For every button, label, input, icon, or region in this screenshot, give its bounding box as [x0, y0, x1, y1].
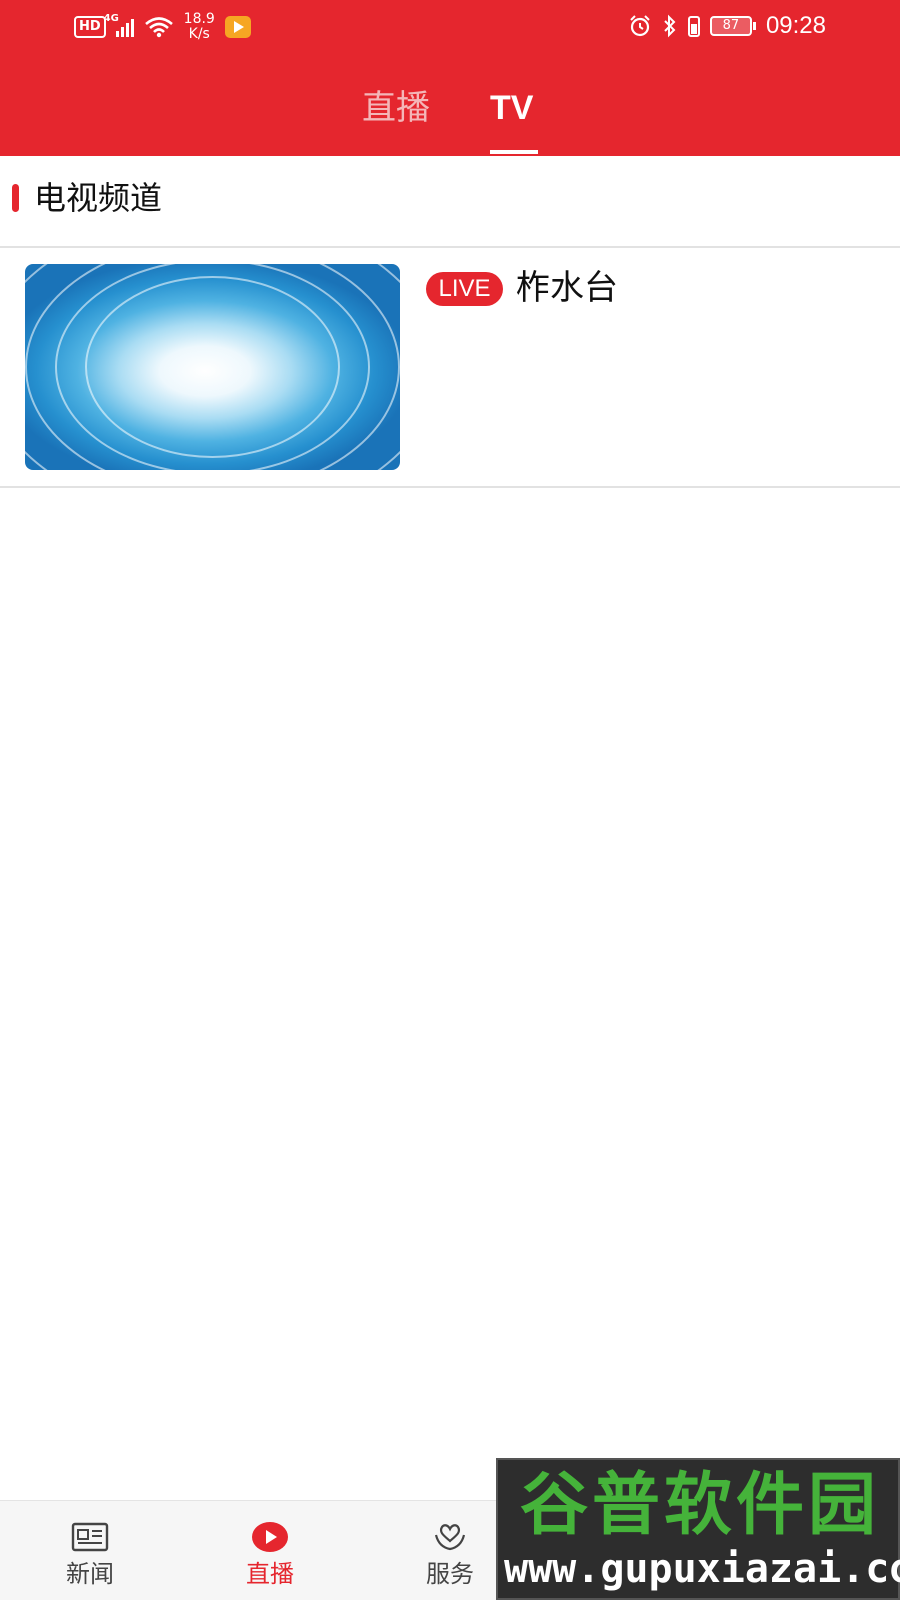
hd-icon: HD	[74, 16, 106, 38]
active-tab-indicator	[490, 150, 538, 154]
channel-thumbnail[interactable]	[25, 264, 400, 470]
nav-label-news: 新闻	[66, 1560, 114, 1588]
nav-item-news[interactable]: 新闻	[0, 1501, 180, 1600]
tab-live[interactable]: 直播	[362, 86, 430, 130]
speed-value: 18.9	[183, 11, 215, 27]
battery-level: 87	[709, 16, 752, 36]
section-title: 电视频道	[34, 179, 163, 217]
alarm-icon	[630, 15, 650, 37]
vibrate-battery-icon	[687, 16, 700, 37]
app-header: HD 4G 18.9 K/s 87 09:28 直播 TV	[0, 0, 900, 156]
status-bar: HD 4G 18.9 K/s 87 09:28	[0, 0, 900, 56]
battery-icon: 87	[709, 16, 756, 36]
app-icon	[224, 16, 251, 38]
speed-unit: K/s	[188, 26, 210, 42]
nav-label-live: 直播	[246, 1560, 294, 1588]
network-type: 4G	[103, 13, 119, 24]
channel-item[interactable]: LIVE 柞水台	[0, 250, 900, 488]
play-icon	[252, 1522, 288, 1552]
section-accent-bar	[12, 184, 19, 212]
bluetooth-icon	[664, 14, 676, 38]
section-header: 电视频道	[0, 156, 900, 248]
watermark: 谷普软件园 www.gupuxiazai.com	[496, 1458, 900, 1600]
channel-divider	[0, 486, 900, 488]
tab-tv[interactable]: TV	[490, 86, 533, 130]
top-tabs: 直播 TV	[0, 80, 900, 156]
status-bar-right: 87 09:28	[628, 12, 826, 40]
nav-item-live[interactable]: 直播	[180, 1501, 360, 1600]
heart-hand-icon	[434, 1524, 466, 1551]
watermark-title: 谷普软件园	[519, 1466, 880, 1545]
newspaper-icon	[71, 1522, 109, 1552]
network-speed: 18.9 K/s	[184, 12, 215, 42]
watermark-url: www.gupuxiazai.com	[504, 1546, 900, 1592]
channel-name[interactable]: 柞水台	[516, 264, 618, 312]
status-time: 09:28	[765, 12, 826, 39]
signal-icon: 4G	[104, 13, 134, 37]
status-bar-left: HD 4G 18.9 K/s	[74, 12, 251, 42]
wifi-icon	[144, 17, 173, 38]
live-badge: LIVE	[426, 272, 503, 306]
